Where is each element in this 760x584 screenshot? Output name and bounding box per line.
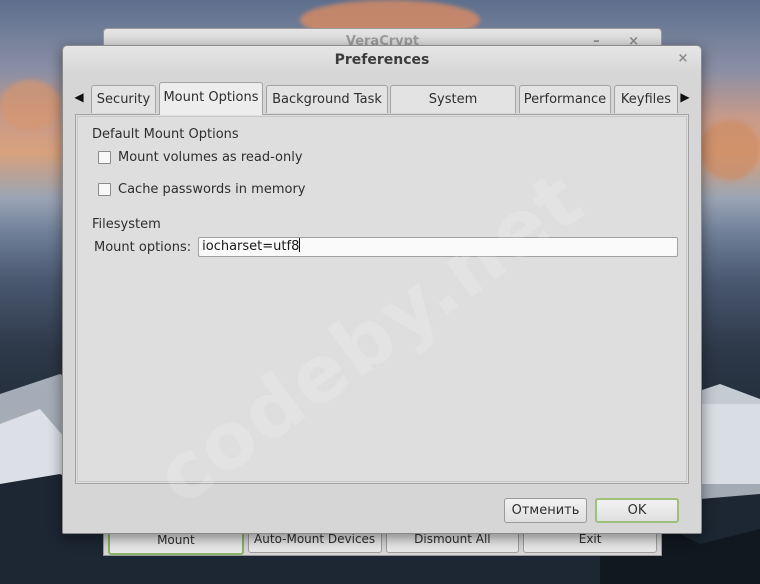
close-icon[interactable]: ×: [675, 51, 691, 67]
mount-options-value: iocharset=utf8: [202, 239, 300, 254]
preferences-dialog: Preferences × ◀ Security Mount Options B…: [62, 45, 702, 534]
cache-passwords-checkbox[interactable]: [98, 183, 111, 196]
tab-strip: ◀ Security Mount Options Background Task…: [73, 82, 691, 135]
tab-keyfiles[interactable]: Keyfiles: [614, 85, 678, 113]
readonly-checkbox-row[interactable]: Mount volumes as read-only: [98, 150, 303, 165]
ok-button[interactable]: OK: [595, 498, 679, 523]
cache-passwords-checkbox-label[interactable]: Cache passwords in memory: [118, 182, 305, 197]
readonly-checkbox-label[interactable]: Mount volumes as read-only: [118, 150, 303, 165]
tab-background-task[interactable]: Background Task: [266, 85, 388, 113]
veracrypt-button-row: Mount Auto-Mount Devices Dismount All Ex…: [108, 531, 657, 555]
wallpaper-cloud: [0, 80, 60, 130]
dialog-titlebar[interactable]: Preferences ×: [63, 46, 701, 74]
tab-scroll-left-icon[interactable]: ◀: [73, 90, 85, 104]
mount-options-label: Mount options:: [94, 239, 192, 255]
mount-options-input[interactable]: iocharset=utf8: [198, 237, 679, 257]
wallpaper-cloud: [700, 120, 760, 180]
mount-options-panel-inner: Default Mount Options Mount volumes as r…: [77, 116, 687, 482]
tab-performance[interactable]: Performance: [519, 85, 611, 113]
dialog-title: Preferences: [334, 52, 430, 68]
text-caret: [299, 238, 301, 252]
readonly-checkbox[interactable]: [98, 151, 111, 164]
dismount-all-button[interactable]: Dismount All: [385, 531, 520, 553]
tab-scroll-right-icon[interactable]: ▶: [679, 90, 691, 104]
cache-passwords-checkbox-row[interactable]: Cache passwords in memory: [98, 182, 305, 197]
mount-options-panel: Default Mount Options Mount volumes as r…: [75, 114, 689, 484]
tab-system-integration[interactable]: System Integration: [390, 85, 516, 135]
exit-button[interactable]: Exit: [523, 531, 657, 553]
tab-security[interactable]: Security: [91, 85, 156, 113]
default-mount-options-heading: Default Mount Options: [92, 127, 239, 142]
auto-mount-devices-button[interactable]: Auto-Mount Devices: [247, 531, 382, 553]
cancel-button[interactable]: Отменить: [504, 498, 587, 523]
mount-button[interactable]: Mount: [108, 531, 244, 555]
tab-mount-options[interactable]: Mount Options: [159, 82, 263, 115]
filesystem-heading: Filesystem: [92, 217, 161, 232]
mount-options-field-row: Mount options: iocharset=utf8: [94, 237, 679, 257]
